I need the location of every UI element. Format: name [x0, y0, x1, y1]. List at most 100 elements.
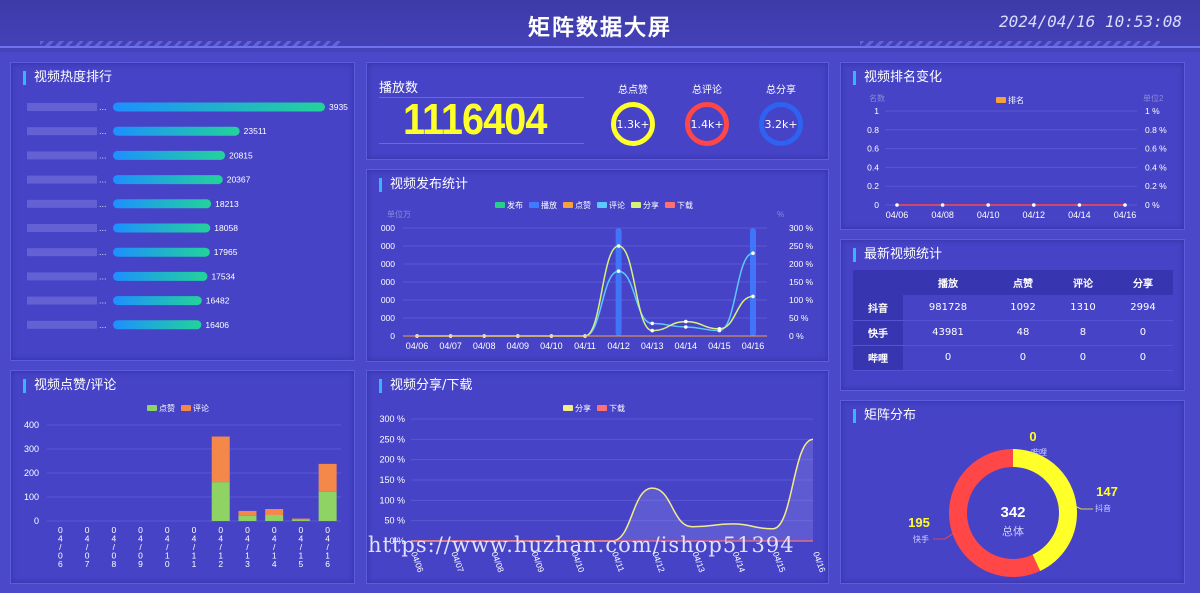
hot-bar — [113, 296, 202, 306]
data-point — [616, 269, 621, 273]
column-header: 分享 — [1112, 270, 1173, 295]
hot-bar-value: 20815 — [229, 150, 253, 160]
stacked-bar — [291, 520, 310, 521]
table-row: 哔哩 0 0 0 0 — [853, 345, 1173, 371]
blurred-video-name — [27, 103, 97, 111]
legend-swatch — [529, 202, 539, 208]
x-tick-label: 04/10 — [977, 210, 1000, 220]
ellipsis-text: ... — [99, 247, 107, 257]
y-right-tick-label: 0 % — [789, 331, 804, 341]
matrix-distribution-panel: 矩阵分布 342 总体 0 哔哩 147 抖音 195 快手 — [840, 400, 1185, 584]
ring-label: 总分享 — [766, 85, 796, 96]
ring-value: 1.3k+ — [616, 117, 650, 131]
table-cell: 0 — [993, 345, 1053, 371]
latest-stats-table: 播放 点赞 评论 分享 抖音 981728 1092 1310 2994 快手 … — [853, 270, 1173, 371]
hot-ranking-chart: ... 3935... 23511... 20815... 20367... 18213.… — [27, 102, 348, 330]
column-header — [853, 270, 903, 295]
table-cell: 1310 — [1052, 295, 1113, 321]
x-tick-label: 04/11 — [574, 341, 596, 351]
legend-label: 评论 — [193, 403, 209, 413]
data-point — [684, 319, 688, 324]
stacked-bar — [211, 482, 230, 521]
stacked-bar — [318, 463, 337, 492]
blurred-video-name — [27, 127, 97, 136]
legend-swatch — [563, 405, 573, 411]
ellipsis-text: ... — [99, 296, 107, 306]
hot-bar-value: 18058 — [214, 223, 238, 233]
ring-value: 1.4k+ — [690, 117, 724, 131]
y-tick-label: 200 % — [379, 455, 405, 465]
data-point — [684, 325, 688, 329]
y-right-tick-label: 0.8 % — [1145, 125, 1167, 135]
ellipsis-text: ... — [99, 150, 107, 160]
y-tick-label: 300 — [24, 444, 39, 454]
y-right-tick-label: 0.2 % — [1145, 181, 1167, 191]
y-tick-label: 000 — [381, 313, 395, 323]
data-point — [895, 203, 899, 207]
header-bar: 矩阵数据大屏 2024/04/16 10:53:08 — [0, 0, 1200, 52]
pie-total-value: 342 — [1000, 504, 1025, 521]
like-comment-chart: 点赞 评论400300200100004/0604/0704/0804/0904/… — [24, 403, 341, 569]
y-tick-label: 300 % — [379, 414, 405, 424]
blurred-video-name — [27, 224, 97, 232]
right-axis-name: 单位2 — [1143, 93, 1164, 103]
y-right-tick-label: 250 % — [789, 241, 814, 251]
x-tick-label: 04/08 — [931, 210, 954, 220]
ellipsis-text: ... — [99, 102, 107, 112]
x-tick-label: 04/08 — [473, 341, 496, 351]
rank-change-chart: 排名 名数 单位2 1 1 % 0.8 0.8 % 0.6 0.6 % 0.4 0.4 % 0.2 0.… — [867, 93, 1167, 220]
table-row: 快手 43981 48 8 0 — [853, 320, 1173, 346]
data-point — [1032, 203, 1036, 207]
table-cell: 43981 — [903, 320, 993, 346]
y-right-tick-label: 200 % — [789, 259, 814, 269]
hot-bar-value: 17534 — [211, 271, 235, 281]
y-right-tick-label: 1 % — [1145, 106, 1160, 116]
hot-bar-value: 17965 — [214, 247, 238, 257]
data-point — [717, 327, 722, 331]
play-count-panel: 播放数 1116404 总点赞 1.3k+ 总评论 1.4k+ 总分享 3.2k… — [366, 62, 829, 160]
legend-label: 播放 — [541, 200, 557, 210]
hot-bar-value: 23511 — [244, 126, 267, 136]
x-tick-label: 04/06 — [406, 341, 429, 351]
table-cell: 0 — [903, 345, 993, 371]
ellipsis-text: ... — [99, 199, 107, 209]
total-comments-stat: 总评论 1.4k+ — [679, 81, 735, 146]
series-line-评论 — [417, 252, 754, 337]
x-tick-label: 8 — [111, 559, 116, 569]
y-tick-label: 0 — [390, 331, 395, 341]
publish-stats-panel: 视频发布统计 发布 播放 点赞 评论 分享 下载 单位万% 000 300 % 000 250 % 0… — [366, 169, 829, 362]
table-cell: 2994 — [1112, 295, 1173, 321]
table-cell: 981728 — [903, 295, 993, 321]
table-row: 抖音 981728 1092 1310 2994 — [853, 295, 1173, 321]
x-tick-label: 04/14 — [675, 341, 698, 351]
slice-name: 抖音 — [1095, 503, 1111, 513]
left-axis-name: 名数 — [869, 93, 885, 103]
hot-bar-value: 18213 — [215, 199, 239, 209]
ellipsis-text: ... — [99, 320, 107, 330]
play-count-value: 1116404 — [403, 95, 547, 144]
play-bar — [750, 228, 756, 336]
shares-ring: 3.2k+ — [759, 102, 803, 146]
x-tick-label: 9 — [138, 559, 143, 569]
comments-ring: 1.4k+ — [685, 102, 729, 146]
y-tick-label: 0 — [874, 200, 879, 210]
y-tick-label: 0.2 — [867, 181, 879, 191]
blurred-video-name — [27, 272, 97, 281]
table-cell: 哔哩 — [853, 345, 903, 371]
legend-swatch — [597, 405, 607, 411]
slice-value: 0 — [1029, 429, 1036, 444]
x-tick-label: 6 — [58, 559, 63, 569]
blurred-video-name — [27, 296, 97, 305]
ellipsis-text: ... — [99, 223, 107, 233]
y-right-tick-label: 0.6 % — [1145, 144, 1167, 154]
column-header: 播放 — [903, 270, 993, 295]
hot-bar — [113, 247, 210, 257]
publish-stats-chart: 发布 播放 点赞 评论 分享 下载单位万 % 000 300 % 000 250 % 000 200 %… — [381, 200, 814, 351]
legend-swatch — [147, 405, 157, 411]
hot-bar — [113, 150, 226, 160]
y-tick-label: 1 — [874, 106, 879, 116]
y-right-tick-label: 100 % — [789, 295, 814, 305]
table-cell: 0 — [1052, 345, 1113, 371]
y-tick-label: 000 — [381, 241, 395, 251]
x-tick-label: 04/10 — [540, 341, 563, 351]
